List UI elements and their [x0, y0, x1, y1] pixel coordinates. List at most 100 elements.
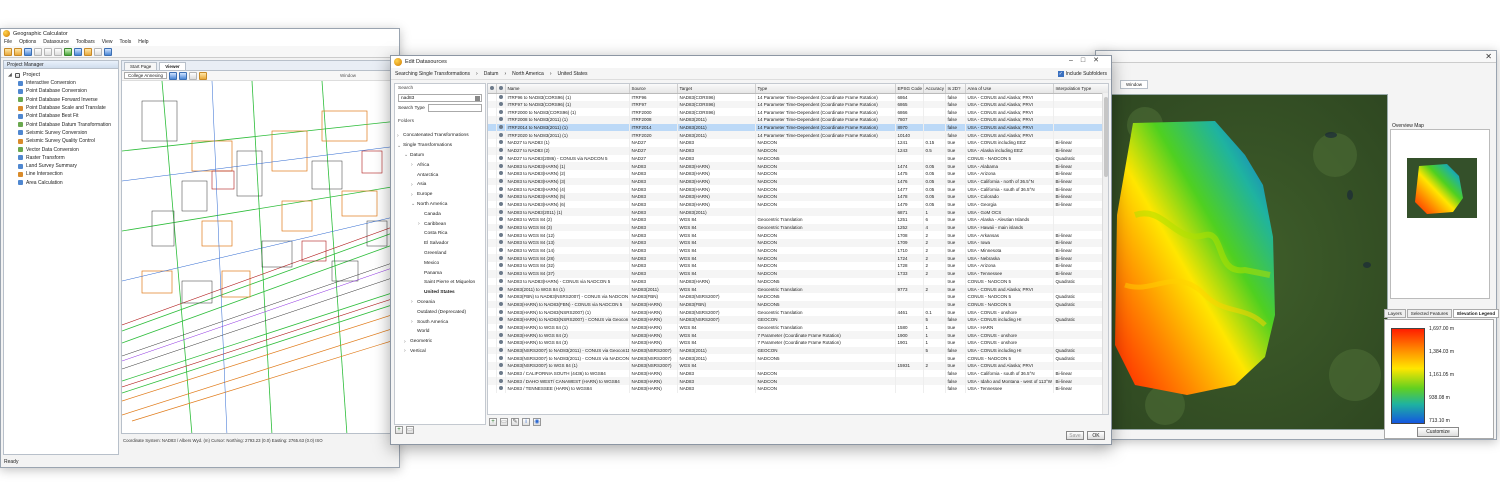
table-row[interactable]: NAD83 / CALIFORNIA SOUTH (4436) to WGS84… — [488, 369, 1108, 378]
row-select-cell[interactable] — [488, 369, 497, 378]
table-row[interactable]: NAD83 / DAHO WEST/ CANAWEST (HARN) to WG… — [488, 377, 1108, 386]
tree-node[interactable]: Costa Rica — [395, 229, 485, 239]
table-row[interactable]: NAD83(HARN) to NAD83(NSRS2007) (1) NAD83(… — [488, 308, 1108, 316]
row-select-cell[interactable] — [488, 192, 497, 201]
tree-node[interactable]: › South America — [395, 317, 485, 327]
tree-node[interactable]: Saint Pierre et Miquelon — [395, 278, 485, 288]
tab-layers[interactable]: Layers — [1384, 309, 1406, 318]
table-row[interactable]: NAD83(NSRS2007) to WGS 84 (1) NAD83(NSRS2… — [488, 362, 1108, 370]
table-row[interactable]: NAD83(HARN) to NAD83(FBN) - CONUS via NA… — [488, 300, 1108, 309]
maximize-icon[interactable]: □ — [1081, 57, 1093, 64]
header-accuracy[interactable]: Accuracy — [923, 84, 946, 94]
row-select-cell[interactable] — [488, 362, 497, 370]
menu-view[interactable]: View — [102, 39, 113, 45]
save-button[interactable]: Save — [1066, 431, 1084, 440]
select-all-icon[interactable] — [490, 85, 494, 90]
table-row[interactable]: NAD83 to WGS 84 (14) NAD83 WGS 84 NADCON 171… — [488, 246, 1108, 255]
row-select-cell[interactable] — [488, 277, 497, 286]
row-select-cell[interactable] — [488, 331, 497, 339]
row-select-cell[interactable] — [488, 385, 497, 393]
calculator-icon[interactable] — [84, 47, 92, 56]
table-row[interactable]: NAD83 to WGS 84 (3) NAD83 WGS 84 Geocentric… — [488, 223, 1108, 232]
row-select-cell[interactable] — [488, 323, 497, 332]
project-item[interactable]: Point Database Forward Inverse — [4, 96, 118, 104]
project-item[interactable]: Point Database Best Fit — [4, 112, 118, 120]
header-type[interactable]: Type — [755, 84, 896, 94]
project-item[interactable]: Area Calculation — [4, 179, 118, 187]
row-select-cell[interactable] — [488, 246, 497, 255]
row-select-cell[interactable] — [488, 169, 497, 178]
row-select-cell[interactable] — [488, 93, 497, 101]
tree-node[interactable]: › Vertical — [395, 347, 485, 357]
row-select-cell[interactable] — [488, 354, 497, 363]
header-target[interactable]: Target — [677, 84, 756, 94]
search-input[interactable]: nad83 — [398, 94, 482, 102]
ok-button[interactable]: OK — [1087, 431, 1105, 440]
table-row[interactable]: ITRF2008 to NAD83(2011) (1) ITRF2008 NAD83… — [488, 116, 1108, 124]
row-select-cell[interactable] — [488, 131, 497, 140]
table-row[interactable]: NAD83 to NAD83(HARN) (4) NAD83 NAD83(HARN)… — [488, 185, 1108, 193]
close-icon[interactable]: ✕ — [1485, 52, 1492, 61]
customize-button[interactable]: Customize — [1417, 427, 1459, 437]
menu-help[interactable]: Help — [138, 39, 148, 45]
collapse-arrow-icon[interactable]: ◢ — [8, 72, 12, 78]
table-row[interactable]: NAD83 to NAD83(HARN) (1) NAD83 NAD83(HARN)… — [488, 162, 1108, 170]
tab-start-page[interactable]: Start Page — [124, 62, 158, 70]
table-row[interactable]: ITRF97 to NAD83(CORS96) (1) ITRF97 NAD83(C… — [488, 100, 1108, 109]
tree-node[interactable]: › Asia — [395, 180, 485, 190]
open-folder-icon[interactable] — [14, 47, 22, 56]
row-select-cell[interactable] — [488, 154, 497, 163]
row-select-cell[interactable] — [488, 162, 497, 170]
tree-node[interactable]: Canada — [395, 209, 485, 219]
header-epsg[interactable]: EPSG Code — [895, 84, 924, 94]
table-row[interactable]: NAD83(HARN) to NAD83(NSRS2007) - CONUS v… — [488, 315, 1108, 324]
settings-icon[interactable] — [94, 47, 102, 56]
tree-node[interactable]: › Concatenated Transformations — [395, 131, 485, 141]
table-row[interactable]: NAD83(2011) to WGS 84 (1) NAD83(2011) WGS … — [488, 285, 1108, 293]
project-item[interactable]: Seismic Survey Quality Control — [4, 137, 118, 145]
window-tab[interactable]: Window — [340, 73, 356, 78]
copy-icon[interactable] — [44, 47, 52, 56]
run-icon[interactable] — [64, 47, 72, 56]
table-row[interactable]: NAD27 to NAD83 (2) NAD27 NAD83 NADCON 1243 0.… — [488, 146, 1108, 155]
zoom-out-icon[interactable] — [179, 71, 188, 80]
zoom-in-icon[interactable] — [169, 71, 178, 80]
project-item[interactable]: Raster Transform — [4, 154, 118, 162]
project-item[interactable]: Point Database Conversion — [4, 87, 118, 95]
table-row[interactable]: NAD83 to WGS 84 (37) NAD83 WGS 84 NADCON 173… — [488, 269, 1108, 278]
row-select-cell[interactable] — [488, 269, 497, 278]
table-row[interactable]: NAD83 / TENNESSEE (HARN) to WGS84 NAD83(H… — [488, 385, 1108, 393]
tab-elevation-legend[interactable]: Elevation Legend — [1453, 309, 1500, 318]
project-item[interactable]: Vector Data Conversion — [4, 145, 118, 153]
overview-map-thumbnail[interactable] — [1407, 158, 1477, 218]
row-select-cell[interactable] — [488, 377, 497, 386]
table-row[interactable]: NAD83 to WGS 84 (13) NAD83 WGS 84 NADCON 170… — [488, 239, 1108, 247]
table-row[interactable]: NAD27 to NAD83 (1) NAD27 NAD83 NADCON 1241 0.… — [488, 139, 1108, 147]
row-select-cell[interactable] — [488, 308, 497, 316]
globe-icon[interactable] — [74, 47, 82, 56]
delete-transformation-icon[interactable]: ▭ — [500, 418, 508, 426]
tree-node[interactable]: Greenland — [395, 249, 485, 259]
row-select-cell[interactable] — [488, 315, 497, 324]
table-row[interactable]: NAD83(HARN) to WGS 84 (3) NAD83(HARN) WGS … — [488, 339, 1108, 347]
row-select-cell[interactable] — [488, 108, 497, 117]
row-select-cell[interactable] — [488, 123, 497, 132]
row-select-cell[interactable] — [488, 116, 497, 124]
tree-node[interactable]: › Oceania — [395, 298, 485, 308]
table-row[interactable]: NAD83 to NAD83(HARN) (2) NAD83 NAD83(HARN)… — [488, 169, 1108, 178]
header-interpolation[interactable]: Interpolation Type — [1053, 84, 1108, 94]
project-item[interactable]: Interactive Conversion — [4, 79, 118, 87]
row-select-cell[interactable] — [488, 239, 497, 247]
project-item[interactable]: Point Database Scale and Translate — [4, 104, 118, 112]
row-select-cell[interactable] — [488, 223, 497, 232]
row-select-cell[interactable] — [488, 262, 497, 270]
table-row[interactable]: NAD83(HARN) to WGS 84 (2) NAD83(HARN) WGS … — [488, 331, 1108, 339]
breadcrumb-item-1[interactable]: Searching Single Transformations — [395, 71, 470, 77]
row-select-cell[interactable] — [488, 231, 497, 240]
row-select-cell[interactable] — [488, 200, 497, 209]
row-select-cell[interactable] — [488, 292, 497, 301]
table-row[interactable]: NAD83(FBN) to NAD83(NSRS2007) - CONUS vi… — [488, 292, 1108, 301]
paste-icon[interactable] — [54, 47, 62, 56]
search-type-dropdown[interactable] — [427, 104, 482, 112]
header-is2d[interactable]: Is 2D? — [945, 84, 966, 94]
